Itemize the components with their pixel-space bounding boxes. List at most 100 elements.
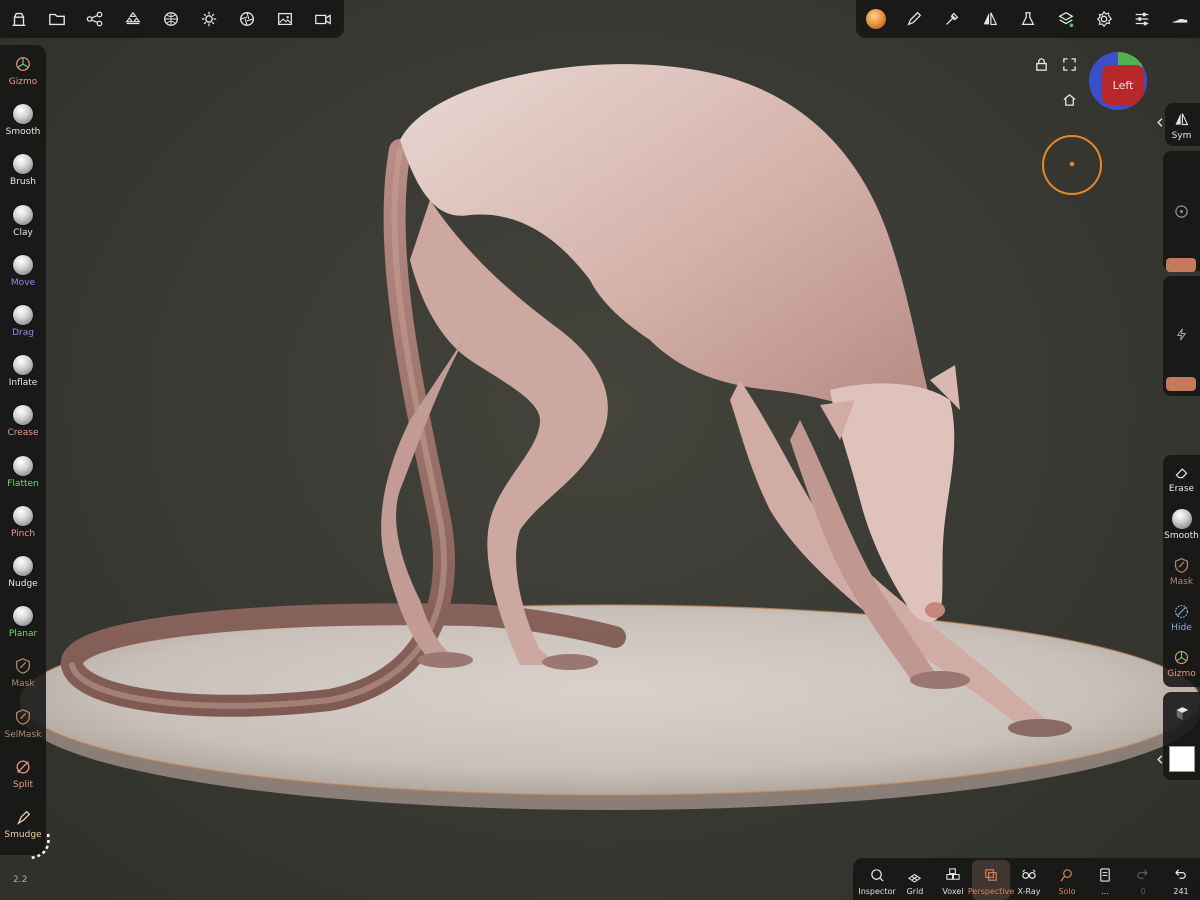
bottom-button-undo[interactable]: 241 [1162, 860, 1200, 900]
tool-planar[interactable]: Planar [0, 602, 46, 652]
scene-graph-icon[interactable] [81, 5, 109, 33]
topology-icon[interactable] [119, 5, 147, 33]
tool-split[interactable]: Split [0, 753, 46, 803]
bottom-button-inspector[interactable]: Inspector [858, 860, 896, 900]
mask-shield-icon [1172, 555, 1192, 575]
bottom-button-label: Voxel [942, 887, 964, 896]
smudge-icon [13, 807, 33, 827]
tool-move[interactable]: Move [0, 251, 46, 301]
chevron-left-material-icon[interactable] [1155, 750, 1165, 768]
tool-label: Move [10, 277, 36, 288]
image-icon[interactable] [271, 5, 299, 33]
crease-brush-icon [13, 405, 33, 426]
xray-icon [1020, 866, 1038, 884]
material-ball-icon[interactable] [862, 5, 890, 33]
matcap-icon[interactable] [1170, 700, 1194, 726]
tool-pinch[interactable]: Pinch [0, 502, 46, 552]
view-cube[interactable]: Left [1089, 52, 1147, 110]
top-left-toolbar [0, 0, 344, 38]
tool-clay[interactable]: Clay [0, 201, 46, 251]
sculpt-scene[interactable] [0, 0, 1200, 900]
hide-quick-button[interactable]: Hide [1163, 597, 1200, 643]
sphere-grid-icon[interactable] [157, 5, 185, 33]
history-icon [1096, 866, 1114, 884]
smooth-brush-icon [1171, 509, 1192, 529]
tool-brush[interactable]: Brush [0, 150, 46, 200]
gizmo-icon [1172, 647, 1192, 667]
intensity-slider-handle[interactable] [1166, 377, 1196, 391]
top-right-toolbar [856, 0, 1200, 38]
bottom-button-perspective[interactable]: Perspective [968, 860, 1014, 900]
folder-icon[interactable] [43, 5, 71, 33]
flatten-brush-icon [13, 455, 33, 476]
home-icon[interactable] [1060, 90, 1078, 108]
lightning-icon [1172, 325, 1190, 343]
fullscreen-icon[interactable] [1060, 55, 1078, 73]
mask-quick-button[interactable]: Mask [1163, 551, 1200, 597]
hide-icon [1172, 601, 1192, 621]
shield-icon [13, 707, 33, 727]
tool-label: Crease [7, 428, 39, 439]
gear-icon[interactable] [1090, 5, 1118, 33]
aperture-icon[interactable] [233, 5, 261, 33]
hand-icon[interactable] [1166, 5, 1194, 33]
symmetry-icon[interactable] [976, 5, 1004, 33]
tool-label: Flatten [7, 478, 39, 489]
radius-slider-handle[interactable] [1166, 258, 1196, 272]
move-brush-icon [13, 254, 33, 275]
tool-label: Pinch [10, 528, 36, 539]
tool-label: Clay [13, 227, 33, 238]
tool-gizmo[interactable]: Gizmo [0, 50, 46, 100]
undo-icon [1172, 866, 1190, 884]
perspective-icon [982, 866, 1000, 884]
tool-smooth[interactable]: Smooth [0, 100, 46, 150]
flask-icon[interactable] [1014, 5, 1042, 33]
sliders-icon[interactable] [1128, 5, 1156, 33]
bottom-button-history[interactable]: ... [1086, 860, 1124, 900]
redo-icon [1134, 866, 1152, 884]
bottom-button-label: 0 [1140, 887, 1146, 896]
chevron-left-icon[interactable] [1155, 113, 1165, 131]
color-swatch[interactable] [1169, 746, 1195, 772]
tool-drag[interactable]: Drag [0, 301, 46, 351]
bottom-button-redo[interactable]: 0 [1124, 860, 1162, 900]
erase-button[interactable]: Erase [1163, 458, 1200, 504]
gizmo-quick-button[interactable]: Gizmo [1163, 643, 1200, 689]
tool-selmask[interactable]: SelMask [0, 703, 46, 753]
inspector-icon [868, 866, 886, 884]
tool-label: Inflate [8, 378, 38, 389]
tool-label: Smooth [5, 127, 41, 138]
tool-mask[interactable]: Mask [0, 652, 46, 702]
bottom-button-xray[interactable]: X-Ray [1010, 860, 1048, 900]
bottom-button-label: Grid [906, 887, 924, 896]
lock-icon[interactable] [1032, 55, 1050, 73]
sym-button[interactable]: Sym [1163, 105, 1200, 151]
grid-icon [906, 866, 924, 884]
tool-label: Split [13, 779, 33, 790]
voxel-icon [944, 866, 962, 884]
tool-crease[interactable]: Crease [0, 401, 46, 451]
bottom-button-voxel[interactable]: Voxel [934, 860, 972, 900]
tool-flatten[interactable]: Flatten [0, 452, 46, 502]
tool-nudge[interactable]: Nudge [0, 552, 46, 602]
smooth-quick-button[interactable]: Smooth [1163, 505, 1200, 551]
inflate-brush-icon [13, 355, 33, 376]
dropper-icon[interactable] [938, 5, 966, 33]
bottom-button-solo[interactable]: Solo [1048, 860, 1086, 900]
viewport-3d[interactable] [0, 0, 1200, 900]
eraser-icon [1172, 462, 1192, 482]
tool-label: Drag [12, 328, 34, 338]
pinch-brush-icon [13, 505, 33, 526]
sun-icon[interactable] [195, 5, 223, 33]
bottom-button-label: 241 [1173, 887, 1189, 896]
bottom-button-grid[interactable]: Grid [896, 860, 934, 900]
camera-icon[interactable] [309, 5, 337, 33]
scene-icon[interactable] [5, 5, 33, 33]
layers-icon[interactable] [1052, 5, 1080, 33]
version-label: 2.2 [13, 875, 28, 885]
gizmo-icon [13, 54, 33, 74]
view-cube-face[interactable]: Left [1102, 65, 1144, 105]
pen-icon[interactable] [900, 5, 928, 33]
solo-icon [1058, 866, 1076, 884]
tool-inflate[interactable]: Inflate [0, 351, 46, 401]
